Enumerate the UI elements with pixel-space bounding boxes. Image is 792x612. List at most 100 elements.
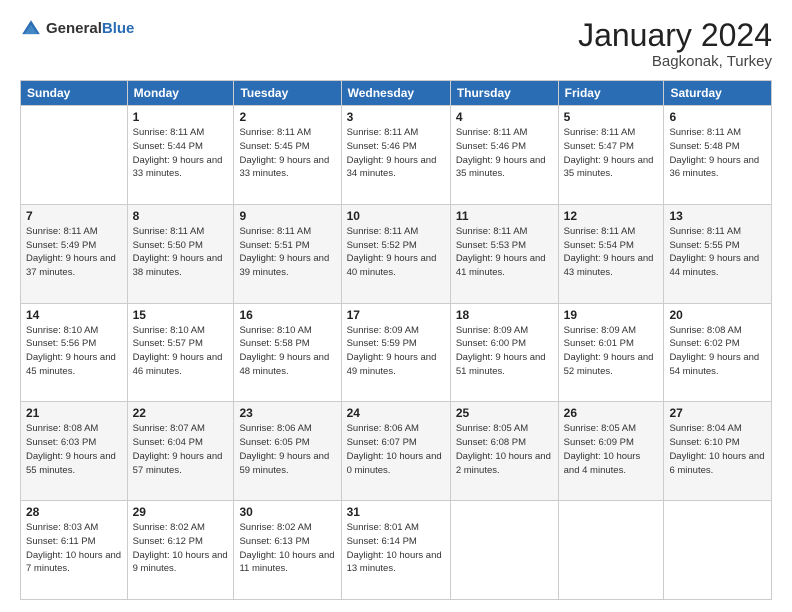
logo: GeneralBlue: [20, 18, 134, 40]
day-info: Sunrise: 8:11 AM Sunset: 5:52 PM Dayligh…: [347, 225, 445, 280]
weekday-header-saturday: Saturday: [664, 81, 772, 106]
calendar-week-4: 28 Sunrise: 8:03 AM Sunset: 6:11 PM Dayli…: [21, 501, 772, 600]
day-info: Sunrise: 8:11 AM Sunset: 5:45 PM Dayligh…: [239, 126, 335, 181]
weekday-header-sunday: Sunday: [21, 81, 128, 106]
day-number: 20: [669, 308, 766, 322]
day-number: 29: [133, 505, 229, 519]
day-info: Sunrise: 8:09 AM Sunset: 6:01 PM Dayligh…: [564, 324, 659, 379]
day-info: Sunrise: 8:11 AM Sunset: 5:53 PM Dayligh…: [456, 225, 553, 280]
day-info: Sunrise: 8:03 AM Sunset: 6:11 PM Dayligh…: [26, 521, 122, 576]
logo-icon: [20, 18, 42, 40]
day-info: Sunrise: 8:09 AM Sunset: 6:00 PM Dayligh…: [456, 324, 553, 379]
calendar-cell: 8 Sunrise: 8:11 AM Sunset: 5:50 PM Daylig…: [127, 204, 234, 303]
calendar-cell: 22 Sunrise: 8:07 AM Sunset: 6:04 PM Dayli…: [127, 402, 234, 501]
calendar-cell: 3 Sunrise: 8:11 AM Sunset: 5:46 PM Daylig…: [341, 106, 450, 205]
day-info: Sunrise: 8:05 AM Sunset: 6:08 PM Dayligh…: [456, 422, 553, 477]
day-info: Sunrise: 8:05 AM Sunset: 6:09 PM Dayligh…: [564, 422, 659, 477]
calendar-cell: 29 Sunrise: 8:02 AM Sunset: 6:12 PM Dayli…: [127, 501, 234, 600]
calendar-cell: 1Sunrise: 8:11 AM Sunset: 5:44 PM Daylig…: [127, 106, 234, 205]
calendar-cell: 4Sunrise: 8:11 AM Sunset: 5:46 PM Daylig…: [450, 106, 558, 205]
day-info: Sunrise: 8:10 AM Sunset: 5:57 PM Dayligh…: [133, 324, 229, 379]
logo-general: GeneralBlue: [46, 20, 134, 38]
month-title: January 2024: [578, 18, 772, 53]
day-number: 27: [669, 406, 766, 420]
day-number: 6: [669, 110, 766, 124]
calendar-cell: 17Sunrise: 8:09 AM Sunset: 5:59 PM Dayli…: [341, 303, 450, 402]
calendar-cell: [21, 106, 128, 205]
day-number: 7: [26, 209, 122, 223]
day-info: Sunrise: 8:11 AM Sunset: 5:47 PM Dayligh…: [564, 126, 659, 181]
day-number: 26: [564, 406, 659, 420]
day-info: Sunrise: 8:10 AM Sunset: 5:56 PM Dayligh…: [26, 324, 122, 379]
day-info: Sunrise: 8:07 AM Sunset: 6:04 PM Dayligh…: [133, 422, 229, 477]
day-number: 3: [347, 110, 445, 124]
day-number: 23: [239, 406, 335, 420]
day-info: Sunrise: 8:08 AM Sunset: 6:03 PM Dayligh…: [26, 422, 122, 477]
calendar-cell: [664, 501, 772, 600]
weekday-header-monday: Monday: [127, 81, 234, 106]
day-number: 10: [347, 209, 445, 223]
day-number: 21: [26, 406, 122, 420]
day-info: Sunrise: 8:11 AM Sunset: 5:55 PM Dayligh…: [669, 225, 766, 280]
day-info: Sunrise: 8:11 AM Sunset: 5:46 PM Dayligh…: [347, 126, 445, 181]
calendar-cell: 11 Sunrise: 8:11 AM Sunset: 5:53 PM Dayli…: [450, 204, 558, 303]
day-number: 19: [564, 308, 659, 322]
calendar-cell: 10 Sunrise: 8:11 AM Sunset: 5:52 PM Dayli…: [341, 204, 450, 303]
day-info: Sunrise: 8:11 AM Sunset: 5:50 PM Dayligh…: [133, 225, 229, 280]
day-number: 31: [347, 505, 445, 519]
day-number: 5: [564, 110, 659, 124]
calendar-cell: 21 Sunrise: 8:08 AM Sunset: 6:03 PM Dayli…: [21, 402, 128, 501]
calendar-cell: 16 Sunrise: 8:10 AM Sunset: 5:58 PM Dayli…: [234, 303, 341, 402]
day-number: 11: [456, 209, 553, 223]
day-number: 22: [133, 406, 229, 420]
day-number: 1: [133, 110, 229, 124]
day-info: Sunrise: 8:06 AM Sunset: 6:07 PM Dayligh…: [347, 422, 445, 477]
day-info: Sunrise: 8:11 AM Sunset: 5:46 PM Dayligh…: [456, 126, 553, 181]
calendar-cell: 31 Sunrise: 8:01 AM Sunset: 6:14 PM Dayli…: [341, 501, 450, 600]
day-info: Sunrise: 8:11 AM Sunset: 5:51 PM Dayligh…: [239, 225, 335, 280]
day-info: Sunrise: 8:01 AM Sunset: 6:14 PM Dayligh…: [347, 521, 445, 576]
calendar-cell: 28 Sunrise: 8:03 AM Sunset: 6:11 PM Dayli…: [21, 501, 128, 600]
calendar-cell: 13 Sunrise: 8:11 AM Sunset: 5:55 PM Dayli…: [664, 204, 772, 303]
calendar-cell: 7 Sunrise: 8:11 AM Sunset: 5:49 PM Daylig…: [21, 204, 128, 303]
day-number: 13: [669, 209, 766, 223]
day-number: 17: [347, 308, 445, 322]
day-info: Sunrise: 8:11 AM Sunset: 5:48 PM Dayligh…: [669, 126, 766, 181]
calendar-cell: 2 Sunrise: 8:11 AM Sunset: 5:45 PM Daylig…: [234, 106, 341, 205]
day-info: Sunrise: 8:11 AM Sunset: 5:54 PM Dayligh…: [564, 225, 659, 280]
day-number: 8: [133, 209, 229, 223]
calendar-cell: [558, 501, 664, 600]
location: Bagkonak, Turkey: [578, 53, 772, 70]
calendar-cell: [450, 501, 558, 600]
weekday-header-thursday: Thursday: [450, 81, 558, 106]
weekday-header-tuesday: Tuesday: [234, 81, 341, 106]
day-info: Sunrise: 8:02 AM Sunset: 6:12 PM Dayligh…: [133, 521, 229, 576]
day-number: 28: [26, 505, 122, 519]
day-number: 2: [239, 110, 335, 124]
day-info: Sunrise: 8:10 AM Sunset: 5:58 PM Dayligh…: [239, 324, 335, 379]
weekday-header-wednesday: Wednesday: [341, 81, 450, 106]
day-info: Sunrise: 8:02 AM Sunset: 6:13 PM Dayligh…: [239, 521, 335, 576]
calendar-cell: 12 Sunrise: 8:11 AM Sunset: 5:54 PM Dayli…: [558, 204, 664, 303]
calendar-cell: 19 Sunrise: 8:09 AM Sunset: 6:01 PM Dayli…: [558, 303, 664, 402]
day-info: Sunrise: 8:08 AM Sunset: 6:02 PM Dayligh…: [669, 324, 766, 379]
day-number: 16: [239, 308, 335, 322]
calendar-cell: 15 Sunrise: 8:10 AM Sunset: 5:57 PM Dayli…: [127, 303, 234, 402]
day-number: 18: [456, 308, 553, 322]
calendar-cell: 26 Sunrise: 8:05 AM Sunset: 6:09 PM Dayli…: [558, 402, 664, 501]
calendar-week-2: 14Sunrise: 8:10 AM Sunset: 5:56 PM Dayli…: [21, 303, 772, 402]
day-number: 25: [456, 406, 553, 420]
calendar-week-1: 7 Sunrise: 8:11 AM Sunset: 5:49 PM Daylig…: [21, 204, 772, 303]
day-number: 12: [564, 209, 659, 223]
day-info: Sunrise: 8:11 AM Sunset: 5:49 PM Dayligh…: [26, 225, 122, 280]
calendar-week-3: 21 Sunrise: 8:08 AM Sunset: 6:03 PM Dayli…: [21, 402, 772, 501]
calendar-cell: 18 Sunrise: 8:09 AM Sunset: 6:00 PM Dayli…: [450, 303, 558, 402]
day-number: 30: [239, 505, 335, 519]
day-number: 24: [347, 406, 445, 420]
calendar-cell: 23 Sunrise: 8:06 AM Sunset: 6:05 PM Dayli…: [234, 402, 341, 501]
weekday-header-friday: Friday: [558, 81, 664, 106]
calendar-cell: 30 Sunrise: 8:02 AM Sunset: 6:13 PM Dayli…: [234, 501, 341, 600]
day-info: Sunrise: 8:06 AM Sunset: 6:05 PM Dayligh…: [239, 422, 335, 477]
day-number: 15: [133, 308, 229, 322]
calendar-cell: 6 Sunrise: 8:11 AM Sunset: 5:48 PM Daylig…: [664, 106, 772, 205]
